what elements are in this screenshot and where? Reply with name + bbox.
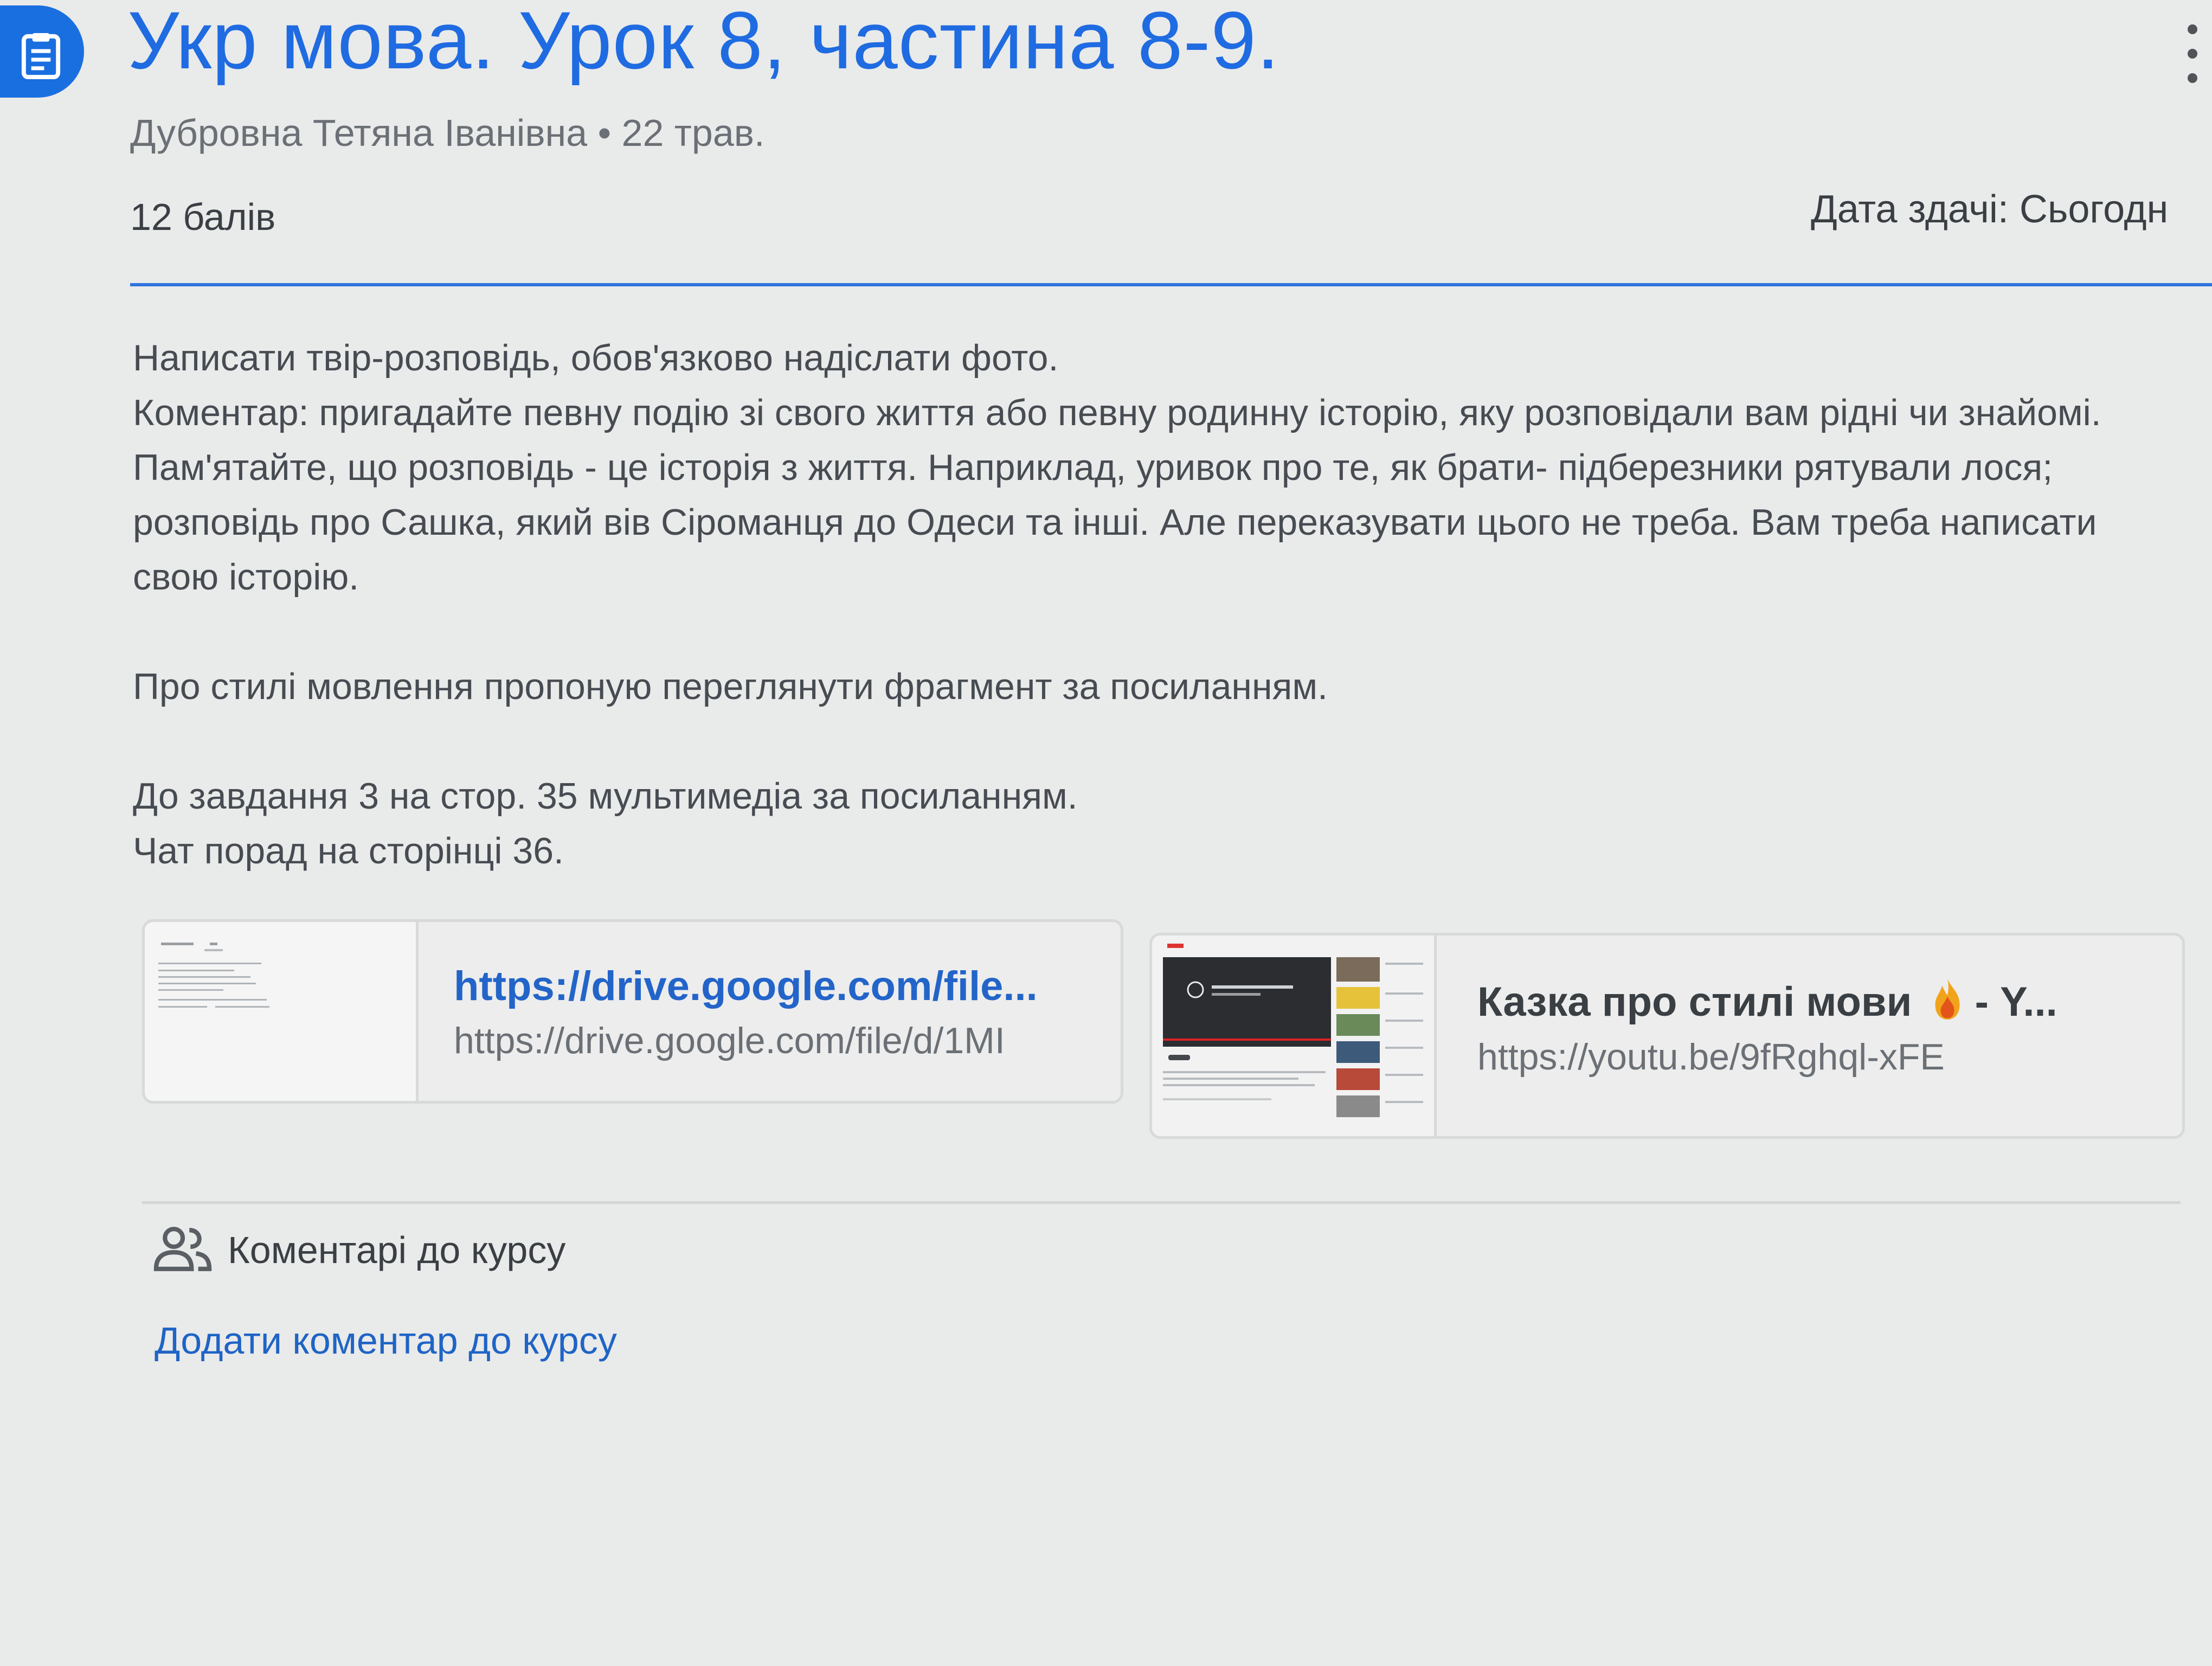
description-line: Про стилі мовлення пропоную переглянути … xyxy=(133,666,1328,707)
post-date: 22 трав. xyxy=(621,112,765,154)
video-url[interactable]: https://youtu.be/9fRghql-xFE xyxy=(1477,1036,1945,1078)
assignment-icon xyxy=(0,5,84,98)
video-title-text: Казка про стилі мови xyxy=(1477,979,1912,1025)
header-divider xyxy=(130,283,2212,286)
more-options-icon[interactable] xyxy=(2188,22,2198,87)
people-icon xyxy=(153,1227,212,1271)
page-title: Укр мова. Урок 8, частина 8-9. xyxy=(127,0,1280,86)
assignment-meta: Дубровна Тетяна Іванівна • 22 трав. xyxy=(130,111,764,155)
attachment-link-url[interactable]: https://drive.google.com/file/d/1MI xyxy=(454,1020,1005,1062)
course-comments-label: Коментарі до курсу xyxy=(228,1229,566,1271)
fire-icon xyxy=(1935,979,1960,1020)
due-date: Дата здачі: Сьогодн xyxy=(1811,188,2169,231)
video-thumbnail xyxy=(1152,935,1437,1136)
attachment-drive[interactable]: https://drive.google.com/file... https:/… xyxy=(142,919,1123,1104)
description-line: Написати твір-розповідь, обов'язково над… xyxy=(133,337,1059,379)
assignment-description: Написати твір-розповідь, обов'язково над… xyxy=(133,331,2182,879)
description-line: До завдання 3 на стор. 35 мультимедіа за… xyxy=(133,776,1078,817)
author-name: Дубровна Тетяна Іванівна xyxy=(130,112,588,154)
description-comment: Коментар: пригадайте певну подію зі свог… xyxy=(133,392,2101,598)
add-course-comment-link[interactable]: Додати коментар до курсу xyxy=(155,1319,617,1362)
assignment-page: Укр мова. Урок 8, частина 8-9. Дубровна … xyxy=(0,0,2212,1666)
attachment-youtube[interactable]: Казка про стилі мови - Y... https://yout… xyxy=(1149,933,2185,1139)
attachment-link-title[interactable]: https://drive.google.com/file... xyxy=(454,963,1038,1010)
document-thumbnail xyxy=(145,922,419,1101)
comments-divider xyxy=(142,1201,2181,1204)
clipboard-icon xyxy=(21,33,61,80)
video-title-suffix: - Y... xyxy=(1975,979,2057,1025)
description-line: Чат порад на сторінці 36. xyxy=(133,830,564,872)
video-title[interactable]: Казка про стилі мови - Y... xyxy=(1477,976,2057,1026)
points-label: 12 балів xyxy=(130,196,276,238)
meta-separator: • xyxy=(597,112,612,154)
